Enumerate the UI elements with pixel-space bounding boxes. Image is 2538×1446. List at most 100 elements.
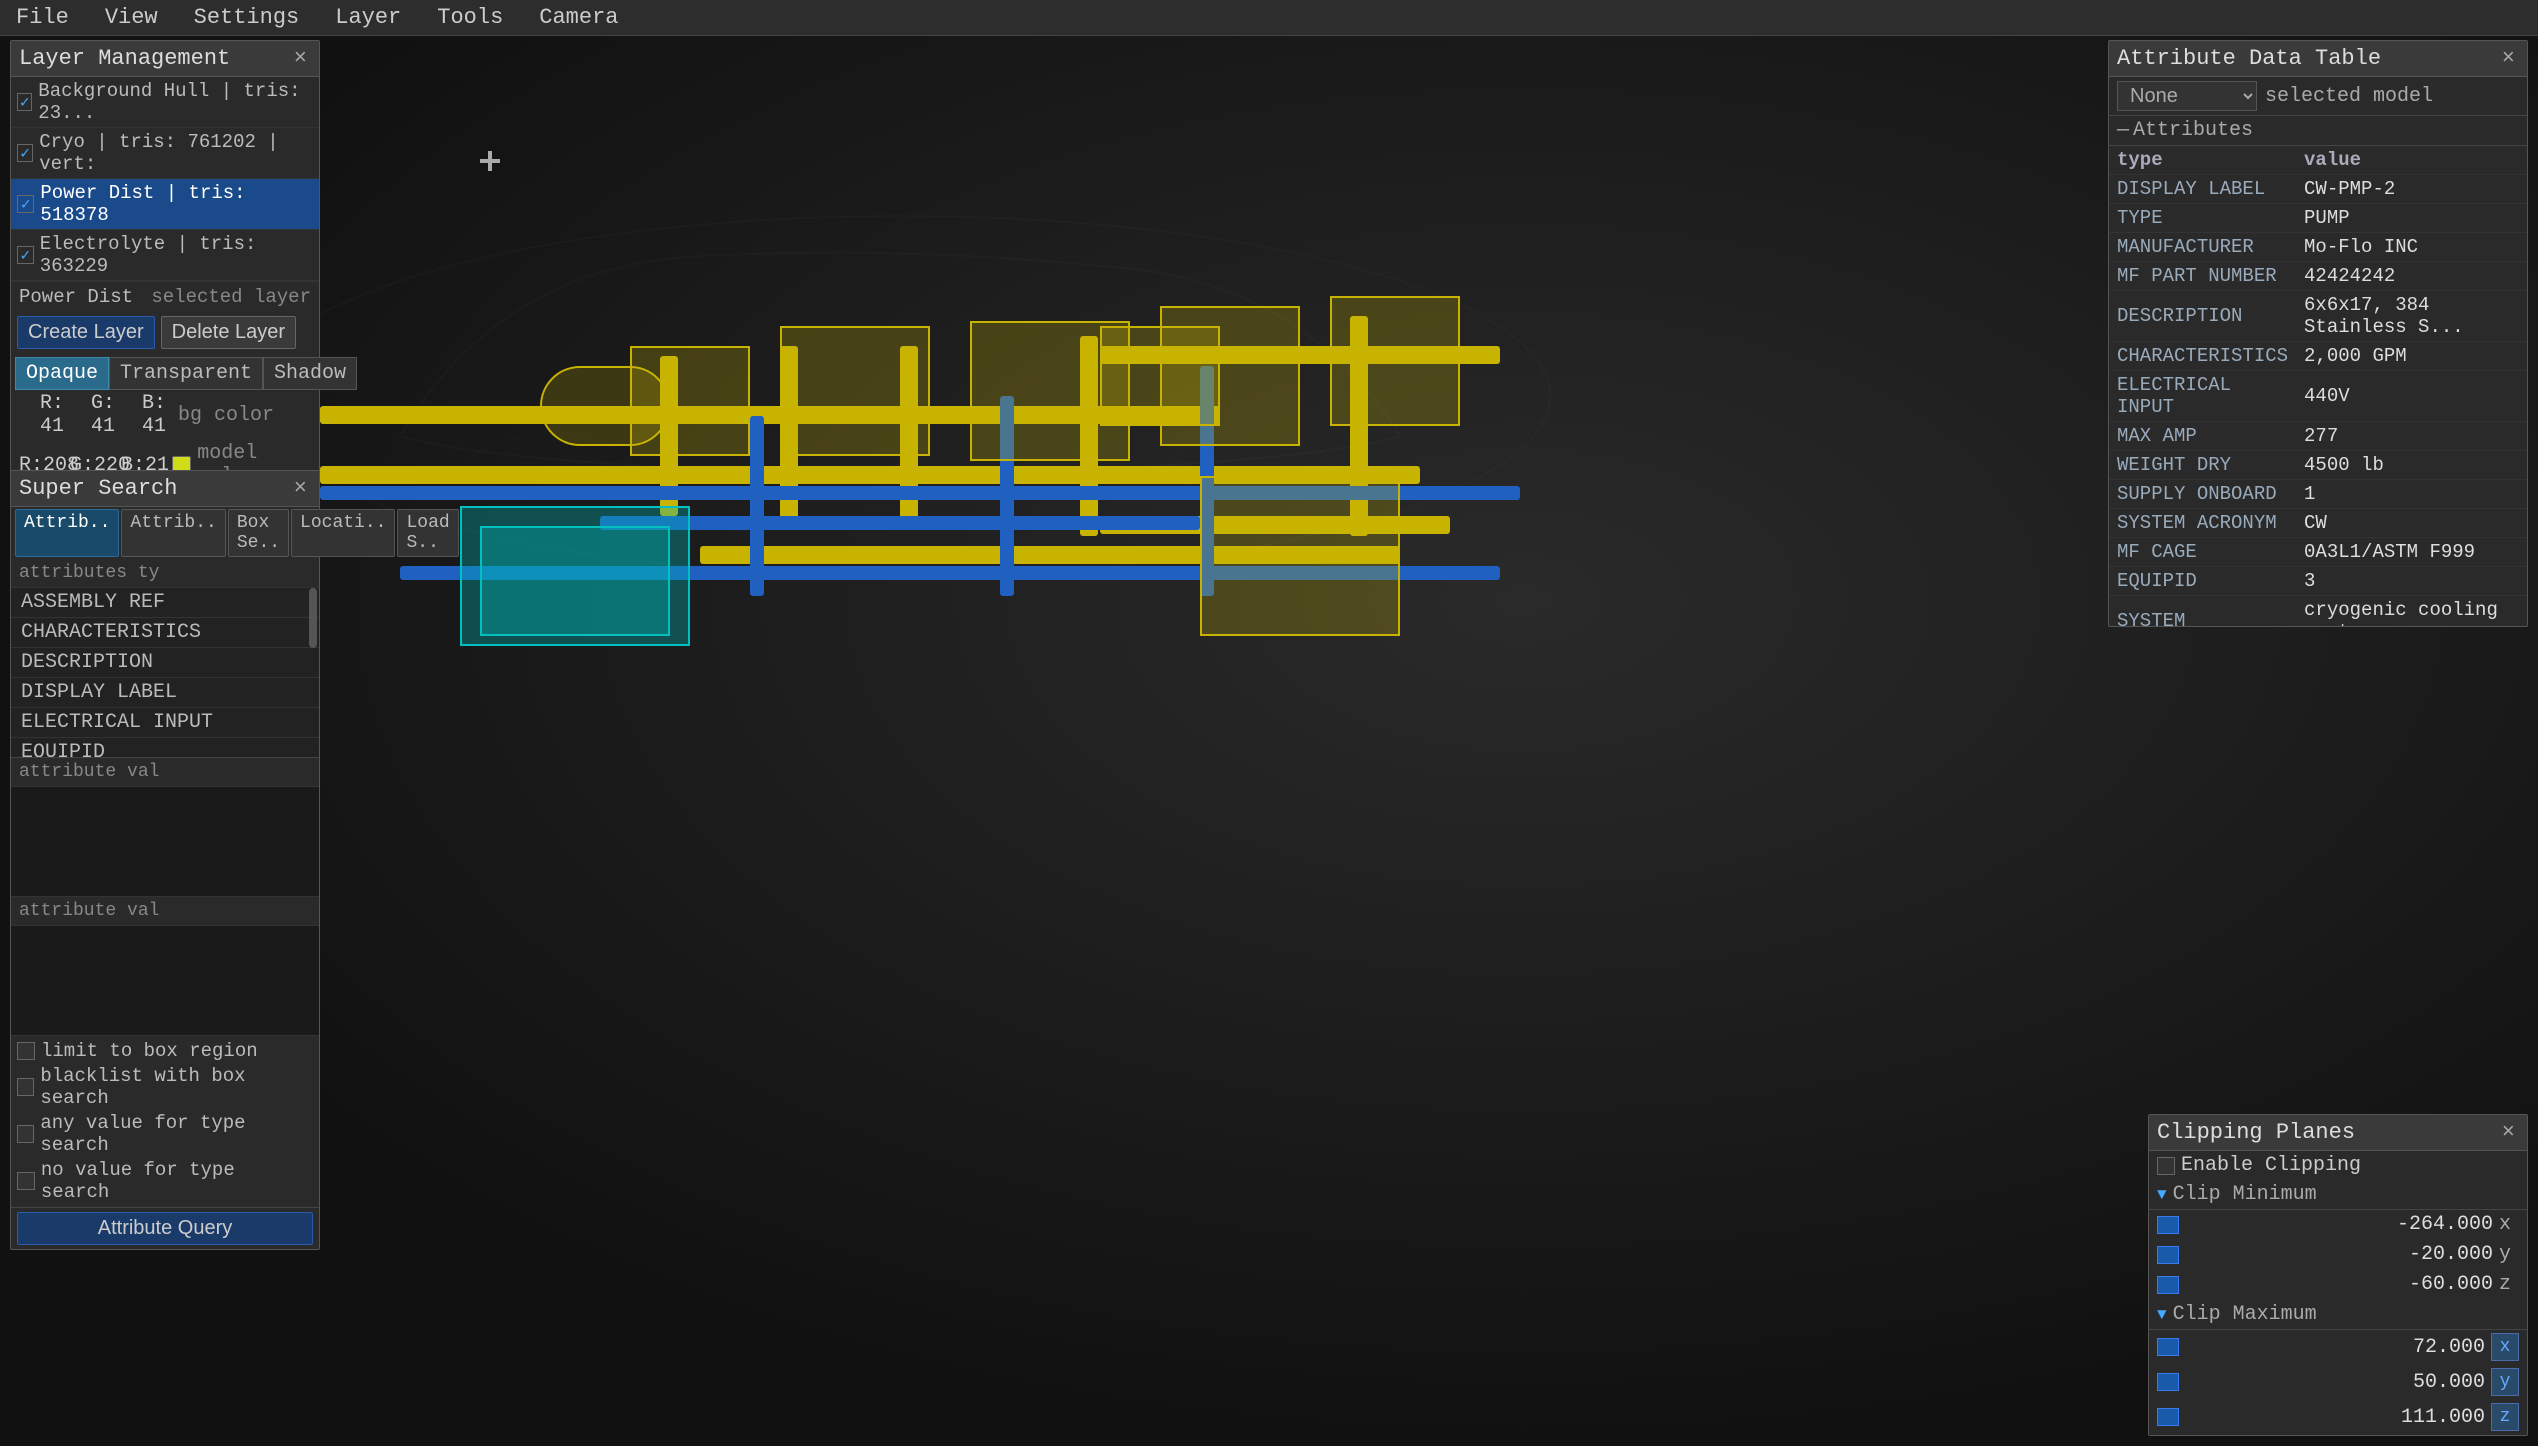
menu-layer[interactable]: Layer xyxy=(327,3,409,32)
search-tab-0[interactable]: Attrib.. xyxy=(15,509,119,557)
tab-opaque[interactable]: Opaque xyxy=(15,357,109,390)
layer-item-2[interactable]: ✓ Power Dist | tris: 518378 xyxy=(11,179,319,230)
attr-row-14[interactable]: SYSTEM cryogenic cooling syste... xyxy=(2109,596,2527,627)
render-tabs: Opaque Transparent Shadow xyxy=(11,353,319,390)
clip-max-x-value: 72.000 xyxy=(2185,1336,2485,1359)
option-check-2[interactable] xyxy=(17,1125,34,1143)
attr-val-12: 0A3L1/ASTM F999 xyxy=(2296,538,2527,567)
equip-cyan-2[interactable] xyxy=(480,526,670,636)
attr-row-11[interactable]: SYSTEM ACRONYM CW xyxy=(2109,509,2527,538)
search-tab-3[interactable]: Locati.. xyxy=(291,509,395,557)
layer-item-3[interactable]: ✓ Electrolyte | tris: 363229 xyxy=(11,230,319,281)
clip-max-header[interactable]: ▼ Clip Maximum xyxy=(2149,1300,2527,1330)
attr-row-13[interactable]: EQUIPID 3 xyxy=(2109,567,2527,596)
clip-min-x-color xyxy=(2157,1216,2179,1234)
equip-yellow-2[interactable] xyxy=(780,326,930,456)
attr-val-box-1[interactable] xyxy=(11,787,319,897)
attr-val-box-2[interactable] xyxy=(11,926,319,1036)
clip-min-x-axis: x xyxy=(2499,1213,2519,1236)
attr-type-14: SYSTEM xyxy=(2109,596,2296,627)
attr-row-12[interactable]: MF CAGE 0A3L1/ASTM F999 xyxy=(2109,538,2527,567)
attr-item-2[interactable]: DESCRIPTION xyxy=(11,648,319,678)
attr-panel-close[interactable]: × xyxy=(2498,46,2519,71)
layer-label-1: Cryo | tris: 761202 | vert: xyxy=(39,131,313,175)
layer-item-1[interactable]: ✓ Cryo | tris: 761202 | vert: xyxy=(11,128,319,179)
option-check-1[interactable] xyxy=(17,1078,34,1096)
attr-table-scroll[interactable]: type value DISPLAY LABEL CW-PMP-2 TYPE P… xyxy=(2109,146,2527,626)
layer-panel-close[interactable]: × xyxy=(290,46,311,71)
clip-max-y-btn[interactable]: y xyxy=(2491,1368,2519,1396)
option-1[interactable]: blacklist with box search xyxy=(17,1065,313,1109)
menu-file[interactable]: File xyxy=(8,3,77,32)
layer-check-3[interactable]: ✓ xyxy=(17,246,34,264)
attr-row-1[interactable]: DISPLAY LABEL CW-PMP-2 xyxy=(2109,175,2527,204)
attr-row-6[interactable]: CHARACTERISTICS 2,000 GPM xyxy=(2109,342,2527,371)
attr-row-3[interactable]: MANUFACTURER Mo-Flo INC xyxy=(2109,233,2527,262)
attr-item-3[interactable]: DISPLAY LABEL xyxy=(11,678,319,708)
equip-yellow-6[interactable] xyxy=(1200,476,1400,636)
option-0[interactable]: limit to box region xyxy=(17,1040,313,1062)
option-2[interactable]: any value for type search xyxy=(17,1112,313,1156)
attr-row-4[interactable]: MF PART NUMBER 42424242 xyxy=(2109,262,2527,291)
search-tabs: Attrib.. Attrib.. Box Se.. Locati.. Load… xyxy=(11,507,319,559)
attr-model-select[interactable]: None xyxy=(2117,81,2257,111)
clip-min-z-row: -60.000 z xyxy=(2149,1270,2527,1300)
option-3[interactable]: no value for type search xyxy=(17,1159,313,1203)
enable-clipping-checkbox[interactable] xyxy=(2157,1157,2175,1175)
search-panel-close[interactable]: × xyxy=(290,476,311,501)
clip-min-y-color xyxy=(2157,1246,2179,1264)
create-layer-button[interactable]: Create Layer xyxy=(17,316,155,349)
equip-yellow-7[interactable] xyxy=(1100,326,1220,426)
menu-settings[interactable]: Settings xyxy=(186,3,308,32)
option-check-3[interactable] xyxy=(17,1172,35,1190)
search-tab-1[interactable]: Attrib.. xyxy=(121,509,225,557)
attr-list-scrollbar[interactable] xyxy=(309,588,317,648)
layer-item-0[interactable]: ✓ Background Hull | tris: 23... xyxy=(11,77,319,128)
selected-layer-row: Power Dist selected layer xyxy=(11,281,319,312)
clip-min-header[interactable]: ▼ Clip Minimum xyxy=(2149,1180,2527,1210)
search-tab-4[interactable]: Load S.. xyxy=(397,509,458,557)
attr-val-7: 440V xyxy=(2296,371,2527,422)
attr-section-header: — Attributes xyxy=(2109,116,2527,146)
attr-type-13: EQUIPID xyxy=(2109,567,2296,596)
tab-transparent[interactable]: Transparent xyxy=(109,357,263,390)
layer-check-0[interactable]: ✓ xyxy=(17,93,32,111)
clip-max-z-color xyxy=(2157,1408,2179,1426)
enable-clipping-row[interactable]: Enable Clipping xyxy=(2149,1151,2527,1180)
selected-layer-name: Power Dist xyxy=(19,286,133,308)
attr-row-8[interactable]: MAX AMP 277 xyxy=(2109,422,2527,451)
menu-view[interactable]: View xyxy=(97,3,166,32)
attr-panel-title: Attribute Data Table xyxy=(2117,46,2381,71)
delete-layer-button[interactable]: Delete Layer xyxy=(161,316,296,349)
attr-query-btn-row: Attribute Query xyxy=(11,1207,319,1249)
bg-r-val: R: 41 xyxy=(19,392,64,438)
search-tab-2[interactable]: Box Se.. xyxy=(228,509,289,557)
clip-max-x-btn[interactable]: x xyxy=(2491,1333,2519,1361)
layer-check-2[interactable]: ✓ xyxy=(17,195,34,213)
attr-row-7[interactable]: ELECTRICAL INPUT 440V xyxy=(2109,371,2527,422)
clip-max-z-btn[interactable]: z xyxy=(2491,1403,2519,1431)
equip-yellow-5[interactable] xyxy=(1330,296,1460,426)
bg-color-row: R: 41 G: 41 B: 41 bg color xyxy=(11,390,319,440)
option-check-0[interactable] xyxy=(17,1042,35,1060)
tab-shadow[interactable]: Shadow xyxy=(263,357,357,390)
attr-item-0[interactable]: ASSEMBLY REF xyxy=(11,588,319,618)
attr-type-9: WEIGHT DRY xyxy=(2109,451,2296,480)
attr-row-5[interactable]: DESCRIPTION 6x6x17, 384 Stainless S... xyxy=(2109,291,2527,342)
menu-tools[interactable]: Tools xyxy=(429,3,511,32)
attr-row-10[interactable]: SUPPLY ONBOARD 1 xyxy=(2109,480,2527,509)
attr-section-label: Attributes xyxy=(2133,119,2253,142)
clip-max-z-value: 111.000 xyxy=(2185,1406,2485,1429)
menu-camera[interactable]: Camera xyxy=(531,3,626,32)
layer-check-1[interactable]: ✓ xyxy=(17,144,33,162)
tank-yellow[interactable] xyxy=(540,366,670,446)
attr-item-1[interactable]: CHARACTERISTICS xyxy=(11,618,319,648)
clip-panel-close[interactable]: × xyxy=(2498,1120,2519,1145)
attr-list-scroll[interactable]: ASSEMBLY REF CHARACTERISTICS DESCRIPTION… xyxy=(11,588,319,758)
attr-row-2[interactable]: TYPE PUMP xyxy=(2109,204,2527,233)
attribute-query-button[interactable]: Attribute Query xyxy=(17,1212,313,1245)
attr-row-9[interactable]: WEIGHT DRY 4500 lb xyxy=(2109,451,2527,480)
attr-item-5[interactable]: EQUIPID xyxy=(11,738,319,758)
attr-type-5: DESCRIPTION xyxy=(2109,291,2296,342)
attr-item-4[interactable]: ELECTRICAL INPUT xyxy=(11,708,319,738)
